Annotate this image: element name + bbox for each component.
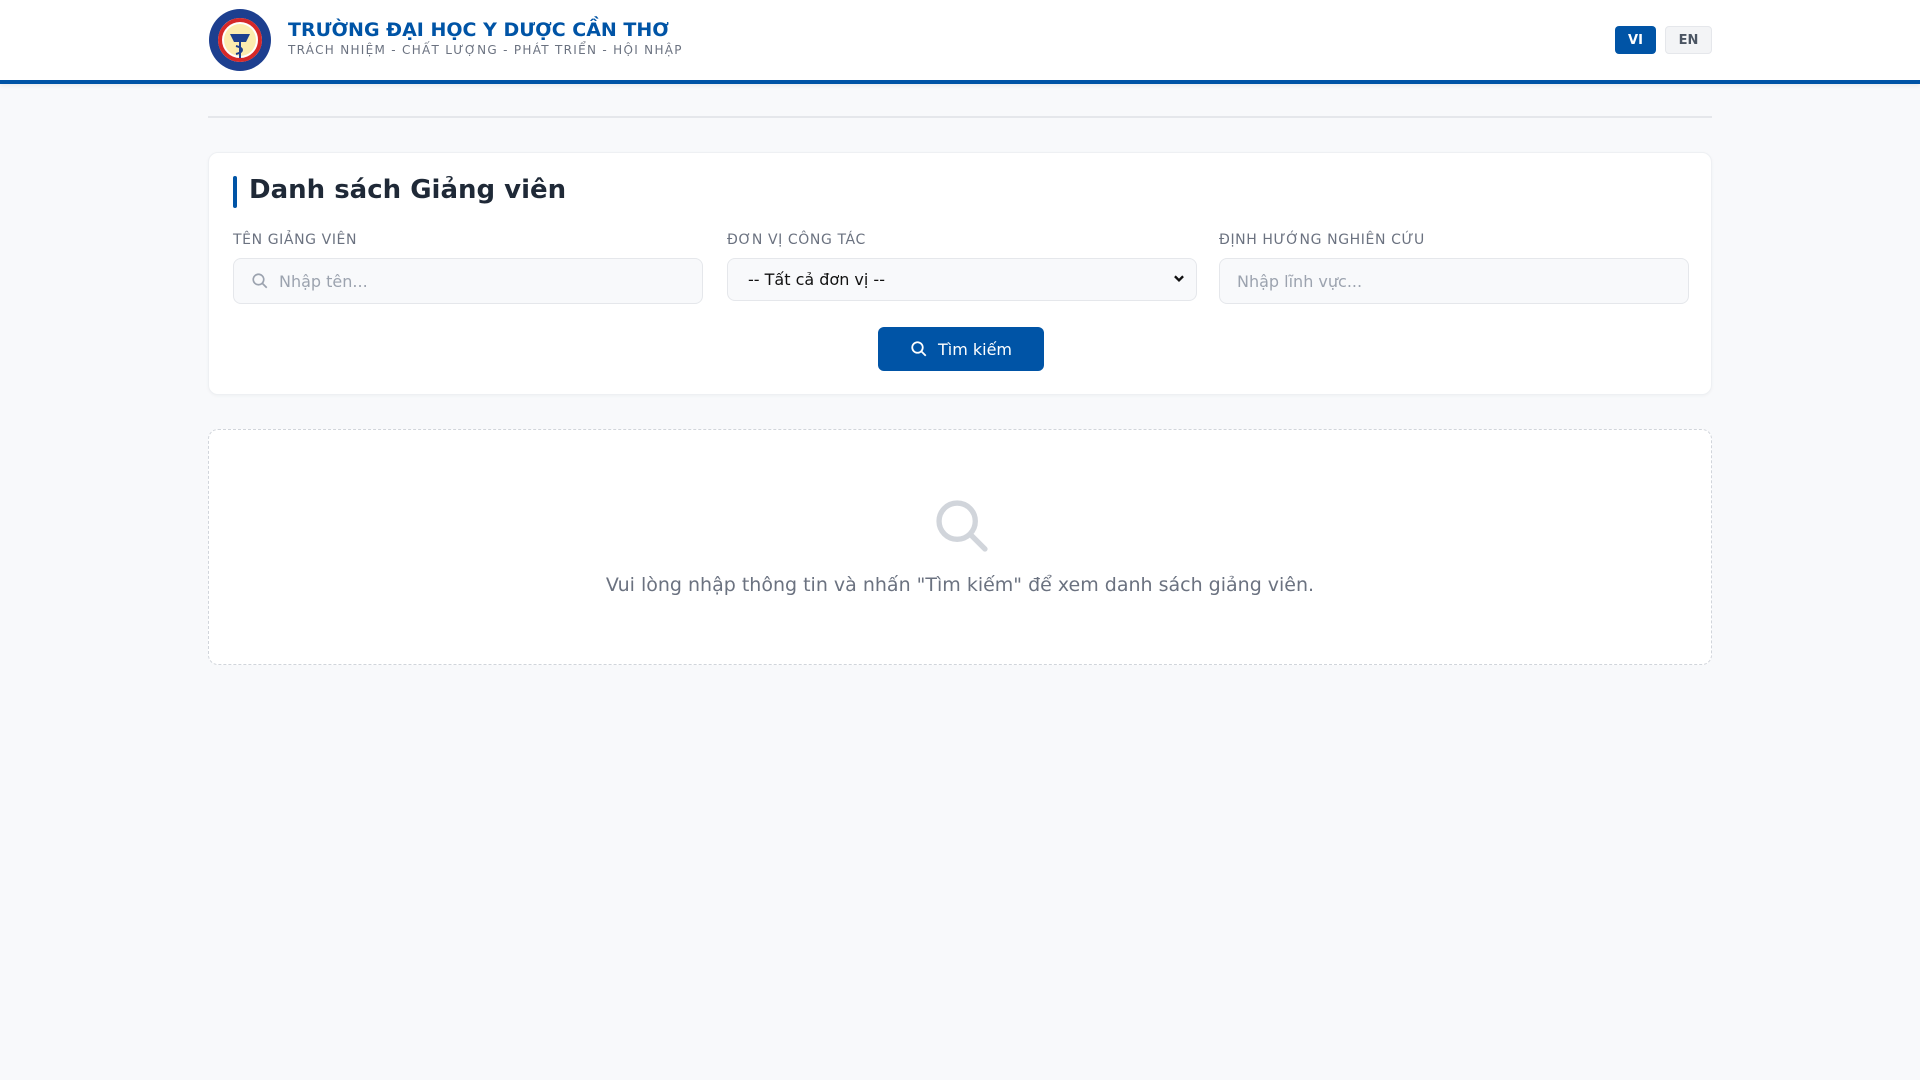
name-label: TÊN GIẢNG VIÊN <box>233 232 358 248</box>
empty-message: Vui lòng nhập thông tin và nhấn "Tìm kiế… <box>605 574 1315 596</box>
name-input[interactable]: Nhập tên... <box>233 258 703 304</box>
empty-state: Vui lòng nhập thông tin và nhấn "Tìm kiế… <box>208 429 1712 665</box>
university-name: TRƯỜNG ĐẠI HỌC Y DƯỢC CẦN THƠ <box>288 19 669 41</box>
name-field: TÊN GIẢNG VIÊN Nhập tên... <box>233 232 703 304</box>
unit-label: ĐƠN VỊ CÔNG TÁC <box>727 232 866 248</box>
search-icon <box>911 341 927 357</box>
name-placeholder: Nhập tên... <box>279 271 368 291</box>
unit-field: ĐƠN VỊ CÔNG TÁC -- Tất cả đơn vị -- <box>727 232 1197 301</box>
search-button[interactable]: Tìm kiếm <box>878 327 1044 371</box>
language-vi-button[interactable]: VI <box>1615 26 1656 54</box>
research-placeholder: Nhập lĩnh vực... <box>1237 271 1363 291</box>
chevron-down-icon <box>1174 275 1184 282</box>
language-en-button[interactable]: EN <box>1665 26 1712 54</box>
search-card: Danh sách Giảng viên TÊN GIẢNG VIÊN Nhập… <box>208 152 1712 395</box>
university-motto: TRÁCH NHIỆM - CHẤT LƯỢNG - PHÁT TRIỂN - … <box>288 43 683 57</box>
site-header: TRƯỜNG ĐẠI HỌC Y DƯỢC CẦN THƠ TRÁCH NHIỆ… <box>0 0 1920 84</box>
title-accent-bar <box>233 176 237 208</box>
research-label: ĐỊNH HƯỚNG NGHIÊN CỨU <box>1219 232 1425 248</box>
search-button-label: Tìm kiếm <box>937 339 1013 359</box>
unit-select[interactable]: -- Tất cả đơn vị -- <box>727 258 1197 301</box>
university-logo[interactable] <box>208 8 272 72</box>
page-title: Danh sách Giảng viên <box>249 175 567 205</box>
divider <box>208 116 1712 118</box>
search-icon <box>936 500 988 552</box>
search-icon <box>252 273 268 289</box>
research-field: ĐỊNH HƯỚNG NGHIÊN CỨU Nhập lĩnh vực... <box>1219 232 1689 304</box>
research-input[interactable]: Nhập lĩnh vực... <box>1219 258 1689 304</box>
unit-selected-value: -- Tất cả đơn vị -- <box>748 270 885 289</box>
